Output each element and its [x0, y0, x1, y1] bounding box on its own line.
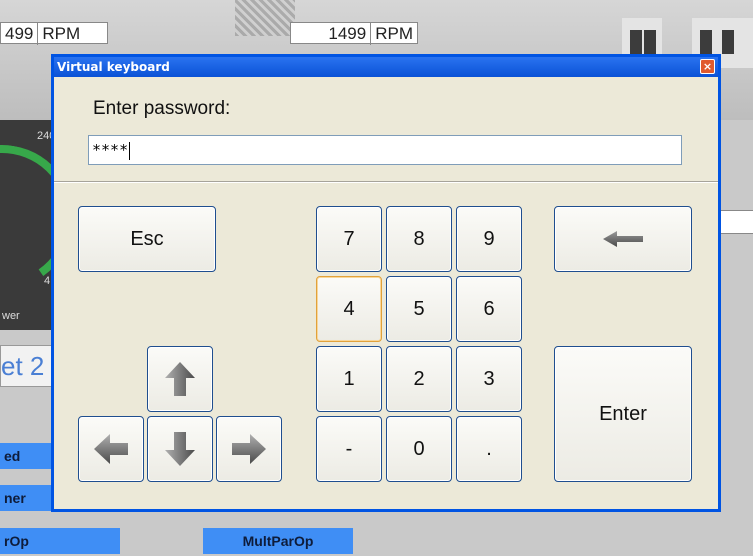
virtual-keyboard-dialog: Virtual keyboard × Enter password: **** … — [51, 54, 721, 512]
enter-key[interactable]: Enter — [554, 346, 692, 482]
key-5[interactable]: 5 — [386, 276, 452, 342]
dialog-title-bar: Virtual keyboard × — [54, 57, 718, 77]
key-0[interactable]: 0 — [386, 416, 452, 482]
arrow-left-icon — [94, 434, 128, 464]
close-button[interactable]: × — [700, 59, 715, 74]
arrow-up-icon — [165, 362, 195, 396]
key-8[interactable]: 8 — [386, 206, 452, 272]
key-7[interactable]: 7 — [316, 206, 382, 272]
key-3[interactable]: 3 — [456, 346, 522, 412]
password-value: **** — [92, 141, 129, 159]
arrow-right-icon — [232, 434, 266, 464]
machine-image — [235, 0, 295, 36]
arrow-down-key[interactable] — [147, 416, 213, 482]
key-period[interactable]: . — [456, 416, 522, 482]
rpm-unit: RPM — [370, 23, 413, 45]
arrow-down-icon — [165, 432, 195, 466]
rpm-display-mid: 1499 RPM — [290, 22, 418, 45]
arrow-left-key[interactable] — [78, 416, 144, 482]
password-prompt: Enter password: — [93, 98, 231, 119]
esc-key[interactable]: Esc — [78, 206, 216, 272]
key-4[interactable]: 4 — [316, 276, 382, 342]
arrow-right-key[interactable] — [216, 416, 282, 482]
password-field[interactable]: **** — [88, 135, 682, 165]
rpm-unit: RPM — [37, 23, 80, 45]
key-2[interactable]: 2 — [386, 346, 452, 412]
status-bar[interactable]: ner — [0, 485, 55, 511]
key-9[interactable]: 9 — [456, 206, 522, 272]
rpm-value: 499 — [5, 24, 34, 43]
rpm-display-left: 499 RPM — [0, 22, 108, 45]
status-bar[interactable]: MultParOp — [203, 528, 353, 554]
dialog-title: Virtual keyboard — [57, 60, 170, 74]
status-bar[interactable]: rOp — [0, 528, 120, 554]
divider — [54, 181, 718, 183]
key-1[interactable]: 1 — [316, 346, 382, 412]
key-minus[interactable]: - — [316, 416, 382, 482]
gauge-label: 4 — [44, 275, 51, 287]
backspace-arrow-icon — [603, 231, 643, 247]
backspace-key[interactable] — [554, 206, 692, 272]
rpm-value: 1499 — [328, 24, 367, 43]
text-caret — [129, 141, 131, 160]
gauge-label: wer — [2, 310, 20, 322]
arrow-up-key[interactable] — [147, 346, 213, 412]
key-6[interactable]: 6 — [456, 276, 522, 342]
status-bar[interactable]: ed — [0, 443, 55, 469]
